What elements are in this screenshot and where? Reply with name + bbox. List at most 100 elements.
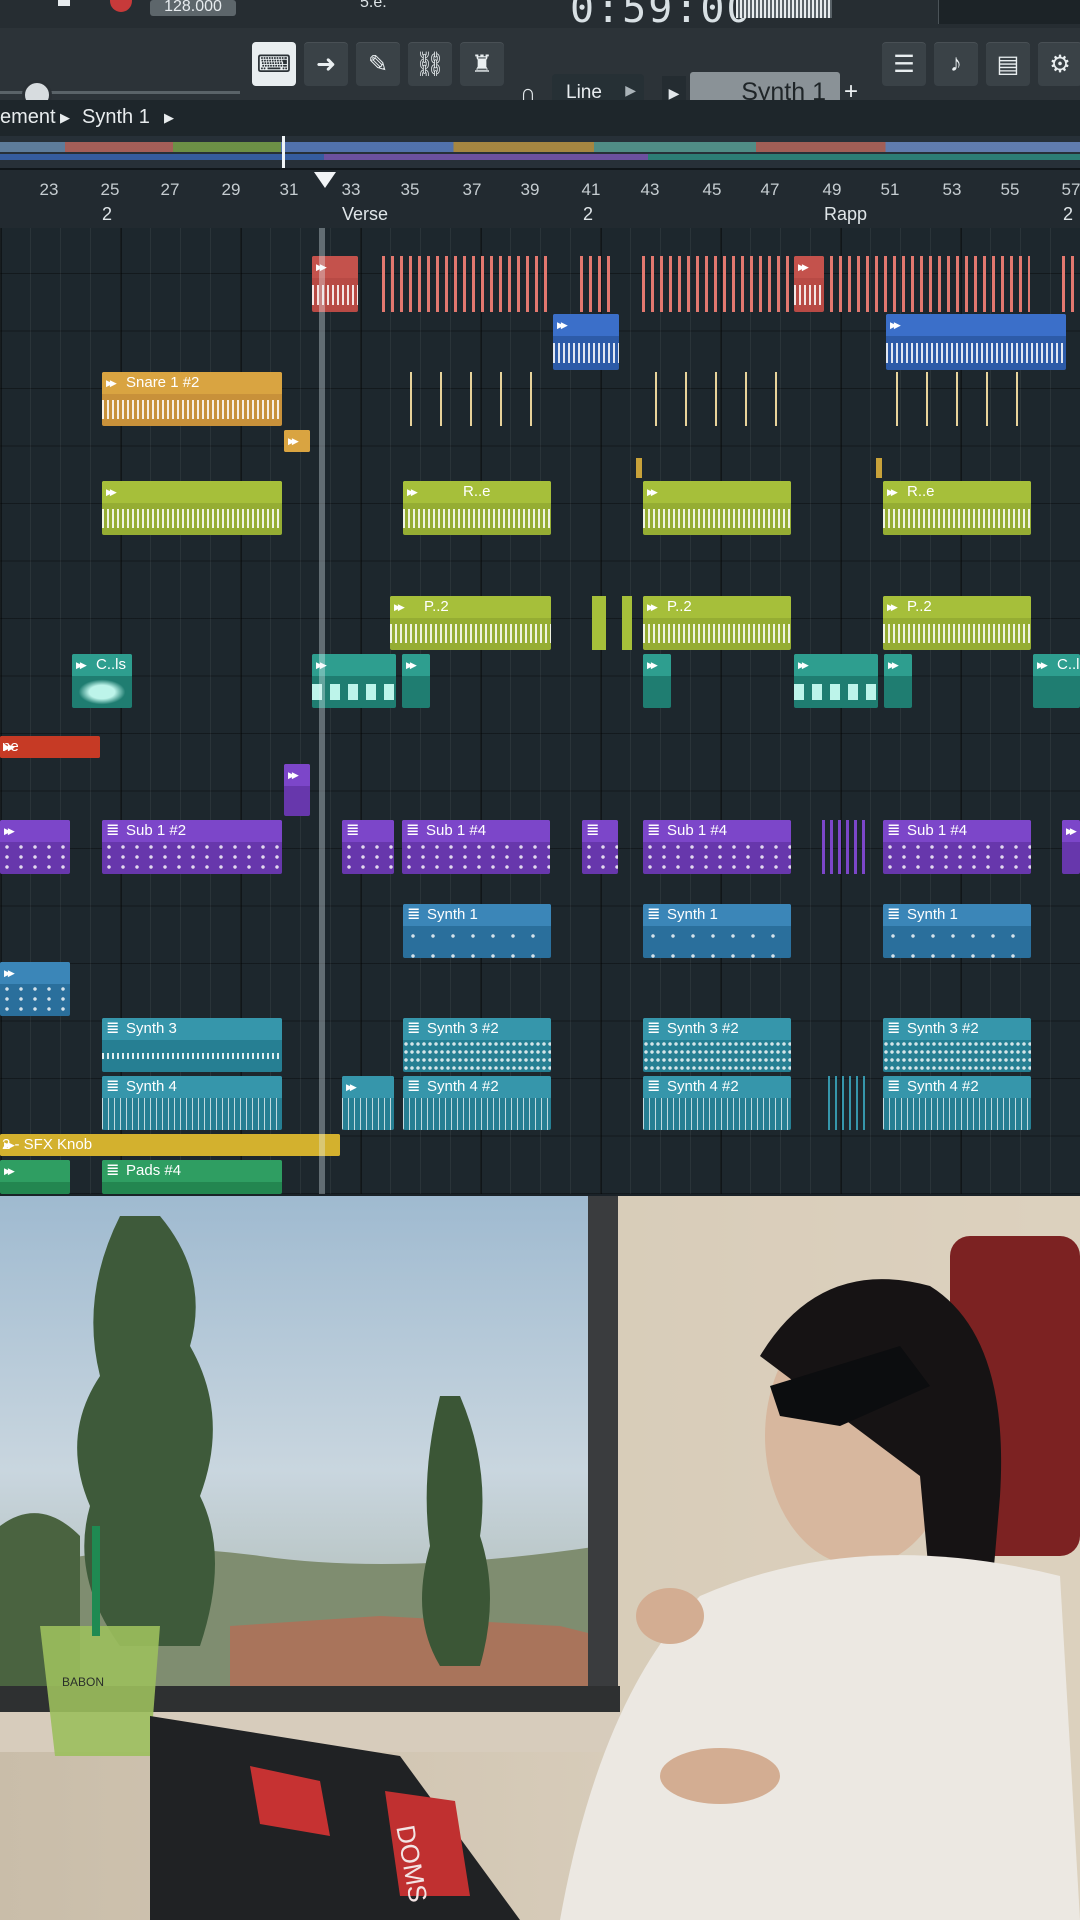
clip-p2[interactable]: P..2: [390, 596, 551, 650]
song-overview[interactable]: [0, 136, 1080, 170]
clip-synth3[interactable]: Synth 3 #2: [403, 1018, 551, 1072]
clip-sub-hits[interactable]: [822, 820, 870, 874]
bar-number: 39: [520, 180, 540, 199]
bar-number: 31: [279, 180, 299, 199]
clip-cls[interactable]: [794, 654, 878, 708]
playlist-view-button[interactable]: ⌨: [252, 42, 296, 86]
arrow-right-icon[interactable]: ➜: [304, 42, 348, 86]
plugin-icon[interactable]: ⚙: [1038, 42, 1080, 86]
breadcrumb-arrangement[interactable]: ement: [0, 106, 56, 129]
clip-sub[interactable]: Sub 1 #4: [643, 820, 791, 874]
marker-2[interactable]: 2: [1063, 204, 1073, 225]
clip-cls[interactable]: [884, 654, 912, 708]
stop-button[interactable]: [58, 0, 70, 6]
clip-sub[interactable]: [1062, 820, 1080, 874]
clip-sub[interactable]: Sub 1 #2: [102, 820, 282, 874]
clip-synth4[interactable]: Synth 4 #2: [883, 1076, 1031, 1130]
clip-synth1[interactable]: Synth 1: [403, 904, 551, 958]
clip-tick[interactable]: [622, 596, 632, 650]
bar-number: 33: [341, 180, 361, 199]
record-button[interactable]: [110, 0, 132, 12]
marker-2[interactable]: 2: [583, 204, 593, 225]
clip-snare-hits[interactable]: [896, 372, 1032, 426]
clip-synth4[interactable]: Synth 4: [102, 1076, 282, 1130]
clip-synth3[interactable]: Synth 3 #2: [643, 1018, 791, 1072]
clip-label: 2 - SFX Knob: [0, 1134, 340, 1156]
clip-drums[interactable]: [794, 256, 824, 312]
clip-drums-hits[interactable]: [580, 256, 616, 312]
clip-fill[interactable]: [284, 430, 310, 452]
clip-p2[interactable]: P..2: [883, 596, 1031, 650]
clip-tick[interactable]: [592, 596, 606, 650]
clip-synth1[interactable]: Synth 1: [643, 904, 791, 958]
channel-rack-icon[interactable]: ▤: [986, 42, 1030, 86]
clip-ne[interactable]: ne: [0, 736, 100, 758]
clip-synth4[interactable]: Synth 4 #2: [643, 1076, 791, 1130]
clip-label: Sub 1 #4: [402, 820, 550, 842]
playlist-grid[interactable]: Snare 1 #2 R..e R..e P..2 P..2 P..2: [0, 228, 1080, 1194]
link-icon[interactable]: ⛓: [408, 42, 452, 86]
timeline-ruler[interactable]: 23 25 27 29 31 33 35 37 39 41 43 45 47 4…: [0, 170, 1080, 229]
clip-synth3[interactable]: Synth 3: [102, 1018, 282, 1072]
clip-sub[interactable]: Sub 1 #4: [402, 820, 550, 874]
clip-snare-hits[interactable]: [410, 372, 546, 426]
clip-re[interactable]: R..e: [403, 481, 551, 535]
clip-label: Snare 1 #2: [102, 372, 282, 394]
clip-label: Synth 1: [883, 904, 1031, 926]
clip-sub[interactable]: [582, 820, 618, 874]
clip-label: Sub 1 #2: [102, 820, 282, 842]
bar-number: 23: [39, 180, 59, 199]
clip-synth4[interactable]: Synth 4 #2: [403, 1076, 551, 1130]
clip-synth4[interactable]: [342, 1076, 394, 1130]
clip-lime-loop[interactable]: [102, 481, 282, 535]
clip-synth3[interactable]: Synth 3 #2: [883, 1018, 1031, 1072]
clip-cls[interactable]: [643, 654, 671, 708]
clip-tick[interactable]: [636, 458, 642, 478]
clip-drums-hits[interactable]: [382, 256, 550, 312]
clip-fx[interactable]: [284, 764, 310, 816]
clip-snare-hits[interactable]: [655, 372, 791, 426]
clip-lime-loop[interactable]: [643, 481, 791, 535]
clip-cls[interactable]: [402, 654, 430, 708]
tempo-display[interactable]: 128.000: [150, 0, 236, 16]
clip-label: ne: [0, 736, 100, 758]
clip-pads[interactable]: Pads #4: [102, 1160, 282, 1194]
clip-label: Synth 1: [643, 904, 791, 926]
clip-synth1[interactable]: Synth 1: [883, 904, 1031, 958]
clip-sub[interactable]: [342, 820, 394, 874]
clip-label: Sub 1 #4: [643, 820, 791, 842]
clip-label: Synth 1: [403, 904, 551, 926]
marker-verse[interactable]: Verse: [342, 204, 388, 225]
clip-sfx-knob[interactable]: 2 - SFX Knob: [0, 1134, 340, 1156]
pattern-indicator[interactable]: 5.e.: [360, 0, 387, 12]
piano-roll-icon[interactable]: ♪: [934, 42, 978, 86]
clip-label: R..e: [883, 481, 1031, 503]
clip-cls[interactable]: C..ls: [1033, 654, 1080, 708]
tool-bar: ⌨ ➜ ✎ ⛓ ♜ ∩ Line ▶ ▶ Synth 1 + ☰ ♪ ▤ ⚙: [0, 28, 1080, 114]
clip-synth-left[interactable]: [0, 962, 70, 1016]
clip-blue-loop[interactable]: [553, 314, 619, 370]
marker-2[interactable]: 2: [102, 204, 112, 225]
clip-sub[interactable]: [0, 820, 70, 874]
mixer-icon[interactable]: ☰: [882, 42, 926, 86]
marker-rapp[interactable]: Rapp: [824, 204, 867, 225]
breadcrumb-synth[interactable]: Synth 1: [82, 106, 150, 129]
clip-drums-hits[interactable]: [830, 256, 1030, 312]
stamp-icon[interactable]: ♜: [460, 42, 504, 86]
clip-label: Synth 3 #2: [643, 1018, 791, 1040]
clip-snare[interactable]: Snare 1 #2: [102, 372, 282, 426]
bar-number: 47: [760, 180, 780, 199]
clip-tick[interactable]: [876, 458, 882, 478]
clip-synth4-hits[interactable]: [828, 1076, 870, 1130]
clip-sub[interactable]: Sub 1 #4: [883, 820, 1031, 874]
clip-cls[interactable]: C..ls: [72, 654, 132, 708]
playhead-marker[interactable]: [314, 172, 336, 188]
clip-blue-loop[interactable]: [886, 314, 1066, 370]
clip-drums-hits[interactable]: [642, 256, 792, 312]
clip-pads[interactable]: [0, 1160, 70, 1194]
draw-tool-icon[interactable]: ✎: [356, 42, 400, 86]
clip-drums-hits[interactable]: [1062, 256, 1080, 312]
clip-p2[interactable]: P..2: [643, 596, 791, 650]
clip-re[interactable]: R..e: [883, 481, 1031, 535]
clip-label: Synth 4 #2: [403, 1076, 551, 1098]
